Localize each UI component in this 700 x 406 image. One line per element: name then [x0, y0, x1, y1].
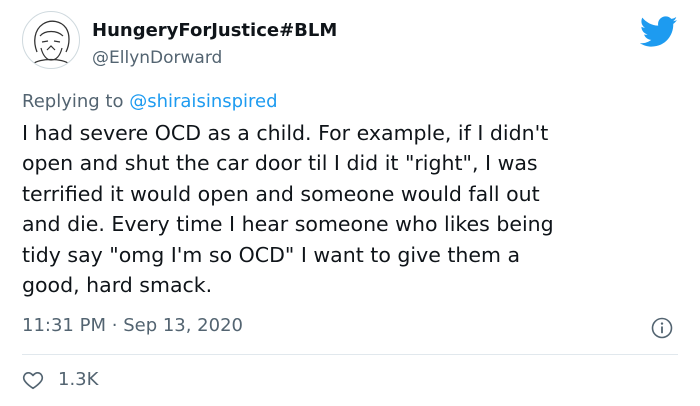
tweet-text: I had severe OCD as a child. For example… — [22, 118, 672, 300]
heart-icon — [22, 372, 44, 390]
tweet-text-line: I had severe OCD as a child. For example… — [22, 121, 549, 145]
tweet-text-line: tidy say "omg I'm so OCD" I want to give… — [22, 242, 521, 267]
avatar-drawing — [32, 20, 70, 65]
avatar[interactable] — [22, 11, 80, 69]
tweet-text-line: terrified it would open and someone woul… — [22, 181, 540, 206]
tweet-text-line: and die. Every time I hear someone who l… — [22, 212, 554, 237]
like-button[interactable]: 1.3K — [22, 368, 98, 392]
display-name[interactable]: HungeryForJustice#BLM — [92, 20, 337, 42]
tweet-text-line: open and shut the car door til I did it … — [22, 151, 538, 176]
twitter-bird-icon[interactable] — [639, 16, 678, 48]
info-icon[interactable] — [651, 317, 673, 339]
tweet-time: 11:31 PM — [22, 315, 106, 336]
replying-prefix: Replying to — [22, 91, 124, 112]
tweet-timestamp[interactable]: 11:31 PM · Sep 13, 2020 — [22, 314, 243, 338]
replying-to: Replying to @shiraisinspired — [22, 90, 278, 114]
reply-mention-link[interactable]: @shiraisinspired — [129, 91, 277, 112]
divider — [22, 354, 678, 355]
like-count: 1.3K — [58, 369, 99, 390]
tweet-date: Sep 13, 2020 — [123, 315, 243, 336]
tweet-text-line: good, hard smack. — [22, 273, 213, 298]
user-handle[interactable]: @EllynDorward — [92, 47, 222, 69]
meta-separator: · — [111, 315, 118, 336]
